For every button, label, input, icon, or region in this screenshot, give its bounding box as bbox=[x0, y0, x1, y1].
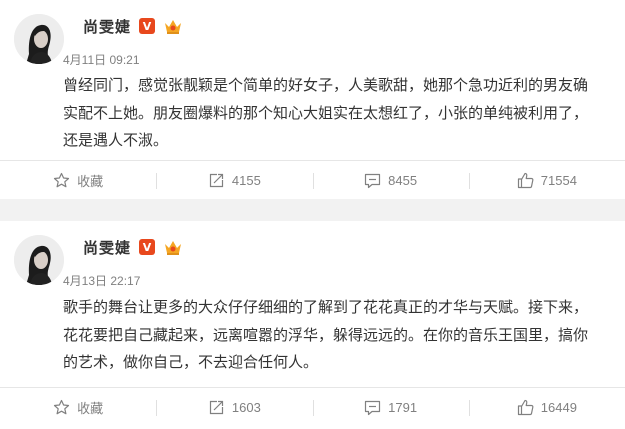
user-name[interactable]: 尚雯婕 bbox=[83, 237, 131, 258]
content-line: 的艺术，做你自己，不去迎合任何人。 bbox=[63, 353, 319, 371]
like-button[interactable]: 71554 bbox=[468, 161, 625, 200]
verified-icon: V bbox=[139, 239, 156, 255]
content-line: 实配不上她。朋友圈爆料的那个知心大姐实在太想红了，小张的单纯被利用了， bbox=[63, 103, 589, 122]
like-icon bbox=[517, 399, 534, 416]
author-row: 尚雯婕 V bbox=[83, 235, 183, 259]
post-time[interactable]: 4月11日 09:21 bbox=[63, 51, 140, 68]
crown-icon bbox=[165, 20, 182, 34]
content-line: 曾经同门，感觉张靓颖是个简单的好女子，人美歌甜，她那个急功近利的男友确 bbox=[63, 76, 589, 94]
repost-count: 4155 bbox=[231, 173, 261, 188]
like-count: 16449 bbox=[540, 400, 577, 415]
weibo-post: 尚雯婕 V 4月13日 22:17 歌手的舞台让更多的大众仔仔细细的了解到了花花… bbox=[0, 221, 625, 429]
avatar[interactable] bbox=[14, 235, 64, 285]
repost-button[interactable]: 1603 bbox=[156, 388, 312, 427]
favorite-label: 收藏 bbox=[77, 402, 104, 417]
comment-count: 1791 bbox=[388, 400, 418, 415]
action-bar: 收藏 1603 1791 16449 bbox=[0, 387, 625, 427]
like-count: 71554 bbox=[540, 173, 577, 188]
avatar[interactable] bbox=[14, 14, 64, 64]
crown-icon bbox=[165, 241, 182, 255]
star-icon bbox=[54, 172, 70, 188]
repost-icon bbox=[209, 173, 224, 188]
repost-icon bbox=[209, 400, 224, 415]
content-line: 歌手的舞台让更多的大众仔仔细细的了解到了花花真正的才华与天赋。接下来， bbox=[63, 298, 589, 316]
post-content: 歌手的舞台让更多的大众仔仔细细的了解到了花花真正的才华与天赋。接下来， 花花要把… bbox=[63, 294, 621, 377]
favorite-button[interactable]: 收藏 bbox=[0, 388, 156, 427]
author-row: 尚雯婕 V bbox=[83, 14, 183, 38]
favorite-button[interactable]: 收藏 bbox=[0, 161, 156, 200]
comment-icon bbox=[365, 173, 381, 189]
weibo-post: 尚雯婕 V 4月11日 09:21 曾经同门，感觉张靓颖是个简单的好女子，人美歌… bbox=[0, 0, 625, 199]
post-time[interactable]: 4月13日 22:17 bbox=[63, 272, 140, 289]
repost-count: 1603 bbox=[231, 400, 261, 415]
star-icon bbox=[54, 399, 70, 415]
comment-button[interactable]: 8455 bbox=[312, 161, 469, 200]
action-bar: 收藏 4155 8455 71554 bbox=[0, 160, 625, 200]
content-line: 花花要把自己藏起来，远离喧嚣的浮华，躲得远远的。在你的音乐王国里，搞你 bbox=[63, 325, 589, 344]
comment-count: 8455 bbox=[388, 173, 418, 188]
favorite-label: 收藏 bbox=[77, 175, 104, 190]
like-button[interactable]: 16449 bbox=[468, 388, 625, 427]
content-line: 还是遇人不淑。 bbox=[63, 131, 169, 149]
comment-button[interactable]: 1791 bbox=[312, 388, 469, 427]
like-icon bbox=[517, 172, 534, 189]
repost-button[interactable]: 4155 bbox=[156, 161, 312, 200]
comment-icon bbox=[365, 400, 381, 416]
post-content: 曾经同门，感觉张靓颖是个简单的好女子，人美歌甜，她那个急功近利的男友确 实配不上… bbox=[63, 72, 621, 155]
user-name[interactable]: 尚雯婕 bbox=[83, 16, 131, 37]
verified-icon: V bbox=[139, 18, 156, 34]
